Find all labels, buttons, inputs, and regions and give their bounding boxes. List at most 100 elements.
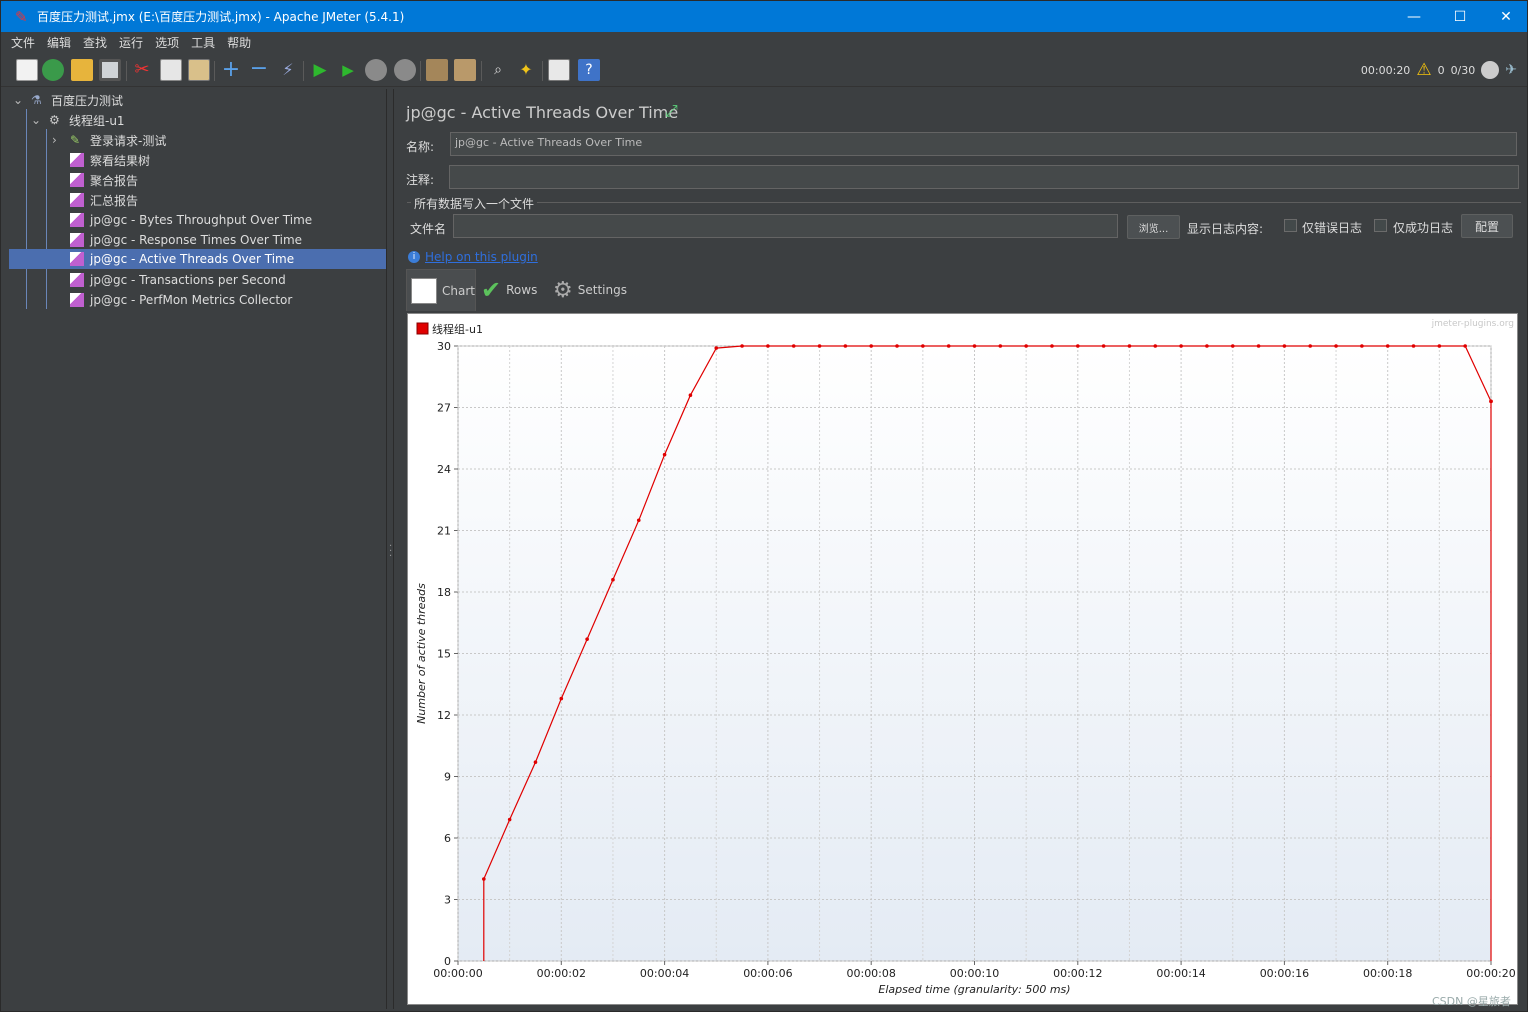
tab-chart[interactable]: Chart: [406, 269, 476, 311]
comment-label: 注释:: [406, 173, 435, 187]
data-point: [1024, 344, 1028, 348]
minimize-button[interactable]: —: [1391, 1, 1437, 32]
data-point: [1360, 344, 1364, 348]
pane-splitter[interactable]: · · ·: [386, 89, 394, 1009]
data-point: [1153, 344, 1158, 348]
tree-node-listener[interactable]: jp@gc - Transactions per Second: [70, 270, 382, 290]
tree-label: jp@gc - Active Threads Over Time: [90, 252, 295, 266]
gear-icon: ⚙: [49, 113, 60, 127]
tree-node-listener-selected[interactable]: jp@gc - Active Threads Over Time: [9, 249, 386, 269]
data-point: [1334, 344, 1338, 348]
maximize-button[interactable]: ☐: [1437, 1, 1483, 32]
data-point: [843, 344, 848, 348]
tree-label: 汇总报告: [90, 193, 139, 208]
tree-node-thread-group[interactable]: ⌄ ⚙ 线程组-u1: [31, 110, 381, 130]
shutdown-icon[interactable]: [394, 59, 416, 81]
tree-node-listener[interactable]: 汇总报告: [70, 190, 382, 210]
menu-file[interactable]: 文件: [11, 34, 35, 51]
copy-icon[interactable]: [160, 59, 182, 81]
graph-icon: [70, 153, 84, 167]
function-helper-icon[interactable]: [548, 59, 570, 81]
paste-icon[interactable]: [188, 59, 210, 81]
help-plugin-link[interactable]: Help on this plugin: [425, 250, 538, 264]
help-icon[interactable]: ?: [578, 59, 600, 81]
tree-label: 察看结果树: [90, 153, 151, 168]
menu-options[interactable]: 选项: [155, 34, 179, 51]
collapse-all-icon[interactable]: −: [248, 58, 270, 81]
chevron-right-icon[interactable]: ›: [52, 133, 66, 147]
data-point: [1050, 344, 1054, 348]
graph-icon: [70, 273, 84, 287]
configure-button[interactable]: 配置: [1461, 214, 1513, 238]
grip-dots-icon[interactable]: · · ·: [389, 542, 392, 562]
name-field[interactable]: jp@gc - Active Threads Over Time: [450, 132, 1517, 156]
chevron-down-icon[interactable]: ⌄: [31, 113, 45, 127]
x-tick-label: 00:00:08: [846, 967, 895, 980]
y-tick-label: 9: [444, 771, 451, 784]
tree-node-test-plan[interactable]: ⌄ ⚗ 百度压力测试: [13, 90, 383, 110]
tree-node-listener[interactable]: 聚合报告: [70, 170, 382, 190]
comment-field[interactable]: [449, 165, 1519, 189]
tree-node-listener[interactable]: jp@gc - Bytes Throughput Over Time: [70, 210, 382, 230]
y-tick-label: 30: [437, 340, 451, 353]
tree-node-listener[interactable]: jp@gc - Response Times Over Time: [70, 230, 382, 250]
chart-watermark: jmeter-plugins.org: [1431, 319, 1514, 329]
menu-help[interactable]: 帮助: [227, 34, 251, 51]
info-icon: i: [408, 251, 420, 263]
y-tick-label: 21: [437, 525, 451, 538]
data-point: [1256, 344, 1261, 348]
tree-label: 线程组-u1: [69, 113, 125, 128]
data-point: [1076, 344, 1080, 348]
x-tick-label: 00:00:10: [950, 967, 999, 980]
graph-icon: [70, 213, 84, 227]
errors-only-checkbox[interactable]: [1284, 219, 1297, 232]
menu-tools[interactable]: 工具: [191, 34, 215, 51]
data-point: [1127, 344, 1132, 348]
log-viewer-icon[interactable]: ✈: [1505, 62, 1517, 78]
data-point: [972, 344, 977, 348]
x-tick-label: 00:00:04: [640, 967, 689, 980]
cut-icon[interactable]: ✂: [131, 59, 153, 81]
warning-icon[interactable]: ⚠: [1416, 60, 1431, 80]
menu-search[interactable]: 查找: [83, 34, 107, 51]
start-icon[interactable]: ▶: [309, 59, 331, 81]
tree-node-listener[interactable]: jp@gc - PerfMon Metrics Collector: [70, 290, 382, 310]
remote-engines-icon[interactable]: [1481, 61, 1500, 79]
tree-node-sampler[interactable]: › ✎ 登录请求-测试: [52, 130, 382, 150]
stop-icon[interactable]: [365, 59, 387, 81]
new-icon[interactable]: [16, 59, 38, 81]
window-title: 百度压力测试.jmx (E:\百度压力测试.jmx) - Apache JMet…: [37, 10, 405, 24]
tab-settings[interactable]: ⚙ Settings: [553, 269, 633, 311]
search-icon[interactable]: ⌕: [487, 59, 509, 81]
start-no-pauses-icon[interactable]: ▶: [337, 59, 359, 81]
data-point: [533, 760, 538, 764]
section-divider: [407, 202, 1521, 203]
tab-rows[interactable]: ✔ Rows: [481, 269, 551, 311]
clear-icon[interactable]: [426, 59, 448, 81]
success-only-checkbox[interactable]: [1374, 219, 1387, 232]
expand-all-icon[interactable]: +: [220, 59, 242, 81]
checkmark-icon: ✔: [481, 276, 502, 304]
save-icon[interactable]: [99, 59, 121, 81]
data-point: [921, 344, 925, 348]
chevron-down-icon[interactable]: ⌄: [13, 93, 27, 107]
open-icon[interactable]: [71, 59, 93, 81]
menu-edit[interactable]: 编辑: [47, 34, 71, 51]
data-point: [1308, 344, 1313, 348]
menu-run[interactable]: 运行: [119, 34, 143, 51]
toggle-icon[interactable]: ⚡: [277, 59, 299, 81]
filename-field[interactable]: [453, 214, 1118, 238]
templates-icon[interactable]: [42, 59, 64, 81]
reset-search-icon[interactable]: ✦: [515, 59, 537, 81]
maximize-chart-icon[interactable]: ⤢: [665, 101, 678, 121]
graph-icon: [70, 293, 84, 307]
data-point: [585, 637, 589, 641]
name-label: 名称:: [406, 140, 435, 154]
browse-button[interactable]: 浏览...: [1127, 215, 1180, 239]
warning-count: 0: [1437, 63, 1445, 77]
data-point: [1282, 344, 1287, 348]
tree-node-listener[interactable]: 察看结果树: [70, 150, 382, 170]
clear-all-icon[interactable]: [454, 59, 476, 81]
close-button[interactable]: ✕: [1483, 1, 1529, 32]
title-bar: ✎ 百度压力测试.jmx (E:\百度压力测试.jmx) - Apache JM…: [1, 1, 1527, 32]
